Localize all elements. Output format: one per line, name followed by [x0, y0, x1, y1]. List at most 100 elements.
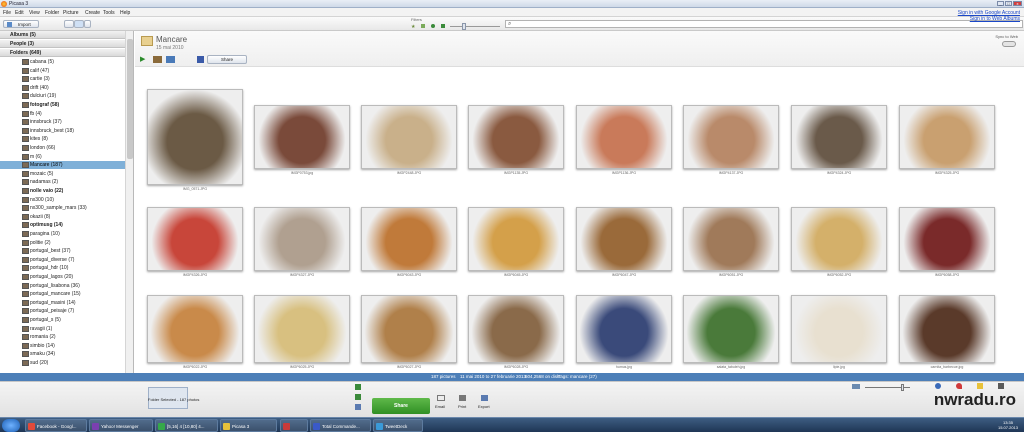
- photo-thumbnail[interactable]: [468, 105, 564, 169]
- folder-item[interactable]: dulciuri (19): [22, 92, 56, 100]
- taskbar-item[interactable]: [280, 419, 308, 432]
- folder-item[interactable]: smaku (34): [22, 350, 55, 358]
- movie-filter-icon[interactable]: [421, 24, 425, 28]
- photo-thumbnail[interactable]: [791, 207, 887, 271]
- folder-item[interactable]: paragina (10): [22, 230, 60, 238]
- folder-item[interactable]: politie (2): [22, 239, 51, 247]
- sidebar-scrollbar[interactable]: [125, 31, 133, 373]
- print-icon[interactable]: [459, 395, 466, 401]
- folder-item[interactable]: portugal_s (5): [22, 316, 61, 324]
- pin-icon[interactable]: [355, 384, 361, 390]
- thumbnail-view-button[interactable]: [74, 20, 84, 28]
- folder-item[interactable]: nadamas (2): [22, 178, 58, 186]
- menu-create[interactable]: Create: [85, 10, 100, 16]
- photo-thumbnail[interactable]: [683, 207, 779, 271]
- list-view-button[interactable]: [64, 20, 74, 28]
- photo-thumbnail[interactable]: [576, 105, 672, 169]
- face-filter-icon[interactable]: [431, 24, 435, 28]
- filter-slider-handle[interactable]: [462, 23, 466, 30]
- collage-icon[interactable]: [153, 56, 162, 63]
- close-button[interactable]: x: [1013, 1, 1022, 6]
- folder-item[interactable]: nx300_sample_mars (33): [22, 204, 87, 212]
- menu-help[interactable]: Help: [120, 10, 130, 16]
- photo-thumbnail[interactable]: [361, 295, 457, 363]
- folder-item[interactable]: portugal_mancare (15): [22, 290, 81, 298]
- photo-thumbnail[interactable]: [791, 105, 887, 169]
- folder-item[interactable]: portugal_peisaje (7): [22, 307, 74, 315]
- people-section[interactable]: People (3): [0, 40, 133, 48]
- folder-item[interactable]: simbio (14): [22, 342, 55, 350]
- photo-thumbnail[interactable]: [576, 295, 672, 363]
- folder-item[interactable]: nx300 (10): [22, 196, 54, 204]
- export-icon[interactable]: [481, 395, 488, 401]
- folder-item[interactable]: innsbruck (37): [22, 118, 62, 126]
- photo-thumbnail[interactable]: [361, 105, 457, 169]
- taskbar-item[interactable]: Picasa 3: [220, 419, 277, 432]
- filter-slider-track[interactable]: [450, 26, 500, 27]
- menu-edit[interactable]: Edit: [15, 10, 24, 16]
- menu-tools[interactable]: Tools: [103, 10, 115, 16]
- folder-item[interactable]: ravagii (1): [22, 325, 52, 333]
- maximize-button[interactable]: □: [1005, 1, 1012, 6]
- folder-item[interactable]: cartie (3): [22, 75, 50, 83]
- play-slideshow-icon[interactable]: ▶: [140, 55, 149, 64]
- albums-section[interactable]: Albums (5): [0, 31, 133, 39]
- photo-thumbnail[interactable]: [683, 295, 779, 363]
- star-filter-icon[interactable]: ★: [411, 24, 415, 30]
- photo-thumbnail[interactable]: [254, 295, 350, 363]
- folder-share-button[interactable]: Share: [207, 55, 247, 64]
- folder-item[interactable]: cabana (5): [22, 58, 54, 66]
- photo-thumbnail[interactable]: [899, 207, 995, 271]
- folder-item[interactable]: nolle vaio (22): [22, 187, 63, 195]
- start-button[interactable]: [2, 419, 20, 432]
- folder-item[interactable]: portugal_lisabona (36): [22, 282, 80, 290]
- photo-thumbnail[interactable]: [899, 105, 995, 169]
- share-button[interactable]: Share: [372, 398, 430, 414]
- search-input[interactable]: ⌕: [505, 20, 1023, 28]
- folder-item[interactable]: portugal_diverse (7): [22, 256, 74, 264]
- photo-thumbnail[interactable]: [147, 89, 243, 185]
- sync-toggle[interactable]: [1002, 41, 1016, 47]
- movie-icon[interactable]: [166, 56, 175, 63]
- folder-item[interactable]: portugal_hdr (10): [22, 264, 68, 272]
- folder-item[interactable]: drift (40): [22, 84, 49, 92]
- folder-item[interactable]: innsbruck_best (18): [22, 127, 74, 135]
- taskbar-item[interactable]: Facebook - Googl...: [25, 419, 87, 432]
- places-panel-icon[interactable]: [956, 383, 962, 389]
- photo-thumbnail[interactable]: [468, 295, 564, 363]
- photo-thumbnail[interactable]: [147, 295, 243, 363]
- people-panel-icon[interactable]: [935, 383, 941, 389]
- folders-section[interactable]: Folders (649): [0, 49, 133, 57]
- sign-in-web-albums-link[interactable]: Sign in to Web Albums: [970, 16, 1020, 22]
- photo-thumbnail[interactable]: [254, 207, 350, 271]
- photo-thumbnail[interactable]: [791, 295, 887, 363]
- photo-thumbnail[interactable]: [254, 105, 350, 169]
- folder-item[interactable]: portugal_best (37): [22, 247, 71, 255]
- folder-item[interactable]: okazii (8): [22, 213, 50, 221]
- email-icon[interactable]: [437, 395, 445, 401]
- folder-item[interactable]: portugal_lagos (20): [22, 273, 73, 281]
- folder-item[interactable]: fb (4): [22, 110, 42, 118]
- photo-thumbnail[interactable]: [576, 207, 672, 271]
- properties-panel-icon[interactable]: [998, 383, 1004, 389]
- folder-item[interactable]: Mancare (187): [0, 161, 125, 170]
- photo-thumbnail[interactable]: [468, 207, 564, 271]
- folder-item[interactable]: sud (20): [22, 359, 48, 367]
- system-clock[interactable]: 13:35 15.07.2013: [998, 420, 1018, 430]
- import-button[interactable]: Import: [3, 20, 39, 28]
- menu-file[interactable]: File: [3, 10, 11, 16]
- folder-item[interactable]: optimusg (14): [22, 221, 63, 229]
- photo-thumbnail[interactable]: [683, 105, 779, 169]
- folder-item[interactable]: fotograf (58): [22, 101, 59, 109]
- taskbar-item[interactable]: Total Commande...: [310, 419, 371, 432]
- photo-thumbnail[interactable]: [361, 207, 457, 271]
- tags-panel-icon[interactable]: [977, 383, 983, 389]
- folder-item[interactable]: mozaic (5): [22, 170, 53, 178]
- folder-item[interactable]: london (66): [22, 144, 55, 152]
- minimize-button[interactable]: _: [997, 1, 1004, 6]
- folder-item[interactable]: portugal_masini (14): [22, 299, 76, 307]
- photo-thumbnail[interactable]: [899, 295, 995, 363]
- folder-item[interactable]: calif (47): [22, 67, 49, 75]
- taskbar-item[interactable]: [5,16] 4 [10,80] 4...: [155, 419, 218, 432]
- taskbar-item[interactable]: Yahoo! Messenger: [89, 419, 153, 432]
